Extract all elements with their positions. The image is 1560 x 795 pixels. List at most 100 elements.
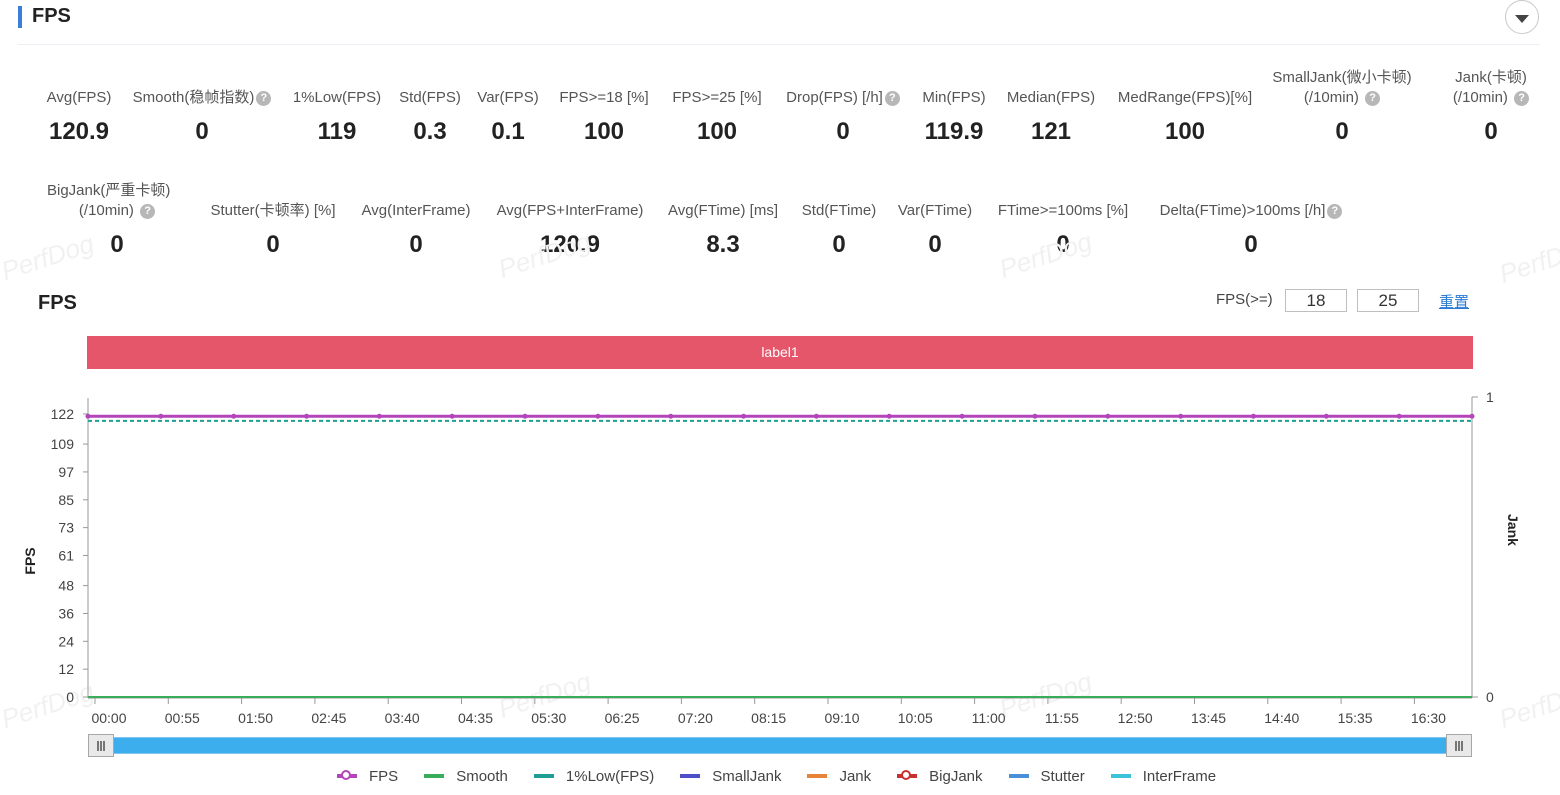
metric-label: MedRange(FPS)[%] bbox=[1117, 89, 1253, 106]
section-title: FPS bbox=[32, 5, 71, 27]
metric-ftime-ge-100ms: FTime>=100ms [%] 0 bbox=[988, 201, 1138, 259]
help-icon[interactable]: ? bbox=[256, 91, 272, 106]
series-point-fps bbox=[813, 413, 819, 419]
x-tick-label: 16:30 bbox=[1411, 710, 1446, 726]
x-tick-label: 01:50 bbox=[238, 710, 273, 726]
x-tick-label: 11:00 bbox=[972, 710, 1006, 726]
metric-value: 0 bbox=[832, 231, 846, 258]
metric-label: Avg(FPS+InterFrame) bbox=[496, 202, 644, 219]
legend-item-smalljank[interactable]: SmallJank bbox=[680, 768, 781, 785]
slider-handle-right[interactable] bbox=[1446, 734, 1472, 757]
y-tick-label: 48 bbox=[58, 578, 74, 594]
help-icon[interactable]: ? bbox=[1365, 91, 1381, 106]
y-tick-label: 0 bbox=[66, 689, 74, 705]
legend-label: Stutter bbox=[1040, 767, 1085, 785]
label-band[interactable]: label1 bbox=[87, 336, 1473, 369]
fps-threshold-high-input[interactable]: 25 bbox=[1357, 289, 1419, 312]
legend-label: Smooth bbox=[456, 767, 508, 785]
x-tick-label: 06:25 bbox=[605, 710, 640, 726]
metric-std-ftime: Std(FTime) 0 bbox=[795, 201, 883, 259]
legend-swatch bbox=[680, 774, 701, 778]
slider-handle-left[interactable] bbox=[88, 734, 114, 757]
section-accent-bar bbox=[18, 6, 22, 28]
metric-value: 0 bbox=[110, 231, 124, 258]
metric-jank: Jank(卡顿) (/10min) ? 0 bbox=[1436, 68, 1546, 146]
metric-avg-interframe: Avg(InterFrame) 0 bbox=[354, 201, 478, 259]
metric-fps-ge-25: FPS>=25 [%] 100 bbox=[665, 88, 769, 146]
metric-avg-fps: Avg(FPS) 120.9 bbox=[40, 88, 118, 146]
help-icon[interactable]: ? bbox=[140, 204, 156, 219]
x-tick-label: 02:45 bbox=[311, 710, 346, 726]
metric-value: 119 bbox=[317, 118, 357, 145]
watermark: PerfDog bbox=[995, 666, 1096, 725]
series-point-fps bbox=[1178, 413, 1184, 419]
metric-label: Median(FPS) bbox=[1006, 89, 1096, 106]
metric-value: 120.9 bbox=[48, 118, 110, 145]
series-point-fps bbox=[231, 413, 237, 419]
metric-value: 100 bbox=[583, 118, 625, 145]
fps-threshold-low-input[interactable]: 18 bbox=[1285, 289, 1347, 312]
legend-item-1-low-fps[interactable]: 1%Low(FPS) bbox=[533, 768, 654, 785]
time-range-slider[interactable] bbox=[88, 737, 1472, 754]
metric-value: 0 bbox=[1335, 118, 1349, 145]
metric-label: Min(FPS) bbox=[922, 89, 986, 106]
metric-label: 1%Low(FPS) bbox=[292, 89, 382, 106]
reset-link[interactable]: 重置 bbox=[1439, 291, 1469, 312]
legend-label: BigJank bbox=[929, 767, 983, 785]
fps-threshold-label: FPS(>=) bbox=[1216, 291, 1273, 308]
metric-value: 100 bbox=[696, 118, 738, 145]
metric-value: 100 bbox=[1164, 118, 1206, 145]
y2-tick-label: 1 bbox=[1486, 389, 1494, 405]
y-axis-title: FPS bbox=[22, 547, 38, 574]
metric-delta-ftime: Delta(FTime)>100ms [/h]? 0 bbox=[1148, 201, 1354, 259]
y-tick-label: 12 bbox=[58, 661, 74, 677]
legend-label: InterFrame bbox=[1142, 767, 1217, 785]
metric-value: 0 bbox=[836, 118, 850, 145]
collapse-toggle-button[interactable] bbox=[1505, 0, 1539, 34]
metric-avg-ftime: Avg(FTime) [ms] 8.3 bbox=[661, 201, 785, 259]
legend-item-stutter[interactable]: Stutter bbox=[1008, 767, 1085, 785]
metric-value: 8.3 bbox=[706, 231, 740, 258]
help-icon[interactable]: ? bbox=[1514, 91, 1530, 106]
metric-avg-fps-interframe: Avg(FPS+InterFrame) 120.9 bbox=[488, 201, 652, 259]
series-point-fps bbox=[1105, 413, 1111, 419]
metric-drop-fps: Drop(FPS) [/h]? 0 bbox=[778, 88, 908, 146]
metric-label: Smooth(稳帧指数) bbox=[132, 89, 255, 106]
legend-swatch bbox=[337, 770, 357, 780]
legend-label: FPS bbox=[369, 767, 399, 785]
legend-swatch bbox=[1008, 774, 1029, 778]
legend-item-fps[interactable]: FPS bbox=[337, 768, 398, 785]
x-tick-label: 14:40 bbox=[1264, 710, 1299, 726]
watermark: PerfDog bbox=[1495, 231, 1560, 290]
help-icon[interactable]: ? bbox=[1327, 204, 1343, 219]
legend-item-jank[interactable]: Jank bbox=[807, 768, 871, 785]
metric-value: 120.9 bbox=[539, 231, 601, 258]
x-tick-label: 03:40 bbox=[385, 710, 420, 726]
metric-big-jank: BigJank(严重卡顿) (/10min) ? 0 bbox=[38, 181, 196, 259]
metric-value: 0.1 bbox=[491, 118, 525, 145]
y-tick-label: 36 bbox=[58, 605, 74, 621]
x-tick-label: 07:20 bbox=[678, 710, 713, 726]
legend-item-smooth[interactable]: Smooth bbox=[424, 768, 508, 785]
metric-value: 0 bbox=[928, 231, 942, 258]
legend-label: Jank bbox=[839, 767, 872, 785]
watermark: PerfDog bbox=[494, 666, 595, 725]
metric-fps-ge-18: FPS>=18 [%] 100 bbox=[552, 88, 656, 146]
help-icon[interactable]: ? bbox=[884, 91, 900, 106]
y-tick-label: 97 bbox=[58, 464, 74, 480]
y2-axis-title: Jank bbox=[1505, 514, 1521, 546]
metric-var-fps: Var(FPS) 0.1 bbox=[474, 88, 542, 146]
metric-label-unit: (/10min) bbox=[78, 202, 134, 219]
metric-value: 0 bbox=[409, 231, 423, 258]
metric-label: Drop(FPS) [/h] bbox=[786, 89, 883, 106]
metric-value: 0.3 bbox=[413, 118, 447, 145]
legend-item-bigjank[interactable]: BigJank bbox=[897, 767, 983, 785]
y2-tick-label: 0 bbox=[1486, 689, 1494, 705]
x-tick-label: 00:00 bbox=[91, 710, 126, 726]
metric-label: FTime>=100ms [%] bbox=[997, 202, 1129, 219]
metric-label: Stutter(卡顿率) [%] bbox=[210, 202, 336, 219]
series-point-fps bbox=[522, 413, 528, 419]
legend-item-interframe[interactable]: InterFrame bbox=[1110, 767, 1217, 785]
chart-title: FPS bbox=[38, 292, 77, 314]
metric-label: Avg(InterFrame) bbox=[361, 202, 471, 219]
